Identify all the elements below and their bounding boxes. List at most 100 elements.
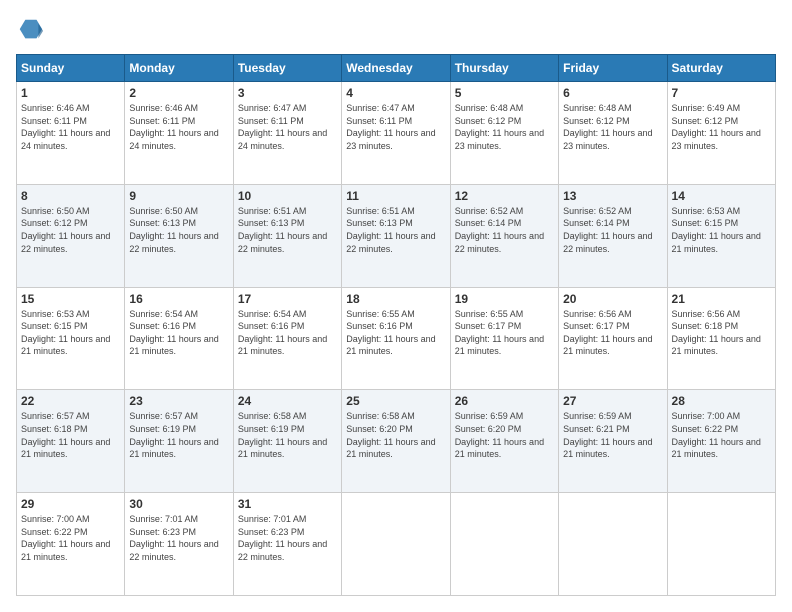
calendar-day-cell: 3 Sunrise: 6:47 AMSunset: 6:11 PMDaylight… [233,82,341,185]
calendar-day-cell: 15Sunrise: 6:53 AMSunset: 6:15 PMDayligh… [17,287,125,390]
day-info: Sunrise: 7:01 AMSunset: 6:23 PMDaylight:… [238,513,337,563]
calendar-week-row: 1 Sunrise: 6:46 AMSunset: 6:11 PMDaylight… [17,82,776,185]
day-number: 21 [672,292,771,306]
day-number: 9 [129,189,228,203]
day-number: 28 [672,394,771,408]
calendar-day-cell: 31 Sunrise: 7:01 AMSunset: 6:23 PMDayligh… [233,493,341,596]
calendar-day-cell: 24 Sunrise: 6:58 AMSunset: 6:19 PMDayligh… [233,390,341,493]
header [16,16,776,44]
calendar-header-wednesday: Wednesday [342,55,450,82]
calendar-day-cell: 18Sunrise: 6:55 AMSunset: 6:16 PMDayligh… [342,287,450,390]
calendar-day-cell: 5Sunrise: 6:48 AMSunset: 6:12 PMDaylight… [450,82,558,185]
calendar-header-saturday: Saturday [667,55,775,82]
calendar-day-cell: 16Sunrise: 6:54 AMSunset: 6:16 PMDayligh… [125,287,233,390]
calendar-day-cell [667,493,775,596]
day-info: Sunrise: 6:57 AMSunset: 6:18 PMDaylight:… [21,410,120,460]
calendar-day-cell: 19Sunrise: 6:55 AMSunset: 6:17 PMDayligh… [450,287,558,390]
calendar-week-row: 22 Sunrise: 6:57 AMSunset: 6:18 PMDayligh… [17,390,776,493]
calendar-day-cell: 27Sunrise: 6:59 AMSunset: 6:21 PMDayligh… [559,390,667,493]
day-info: Sunrise: 6:50 AMSunset: 6:13 PMDaylight:… [129,205,228,255]
day-number: 13 [563,189,662,203]
calendar-header-row: SundayMondayTuesdayWednesdayThursdayFrid… [17,55,776,82]
calendar-header-tuesday: Tuesday [233,55,341,82]
day-number: 29 [21,497,120,511]
day-number: 18 [346,292,445,306]
calendar-day-cell: 1 Sunrise: 6:46 AMSunset: 6:11 PMDaylight… [17,82,125,185]
day-number: 11 [346,189,445,203]
day-info: Sunrise: 6:57 AMSunset: 6:19 PMDaylight:… [129,410,228,460]
day-number: 10 [238,189,337,203]
calendar-day-cell: 11Sunrise: 6:51 AMSunset: 6:13 PMDayligh… [342,184,450,287]
day-number: 23 [129,394,228,408]
day-info: Sunrise: 7:00 AMSunset: 6:22 PMDaylight:… [21,513,120,563]
calendar-day-cell: 8 Sunrise: 6:50 AMSunset: 6:12 PMDaylight… [17,184,125,287]
day-number: 3 [238,86,337,100]
calendar-day-cell: 2 Sunrise: 6:46 AMSunset: 6:11 PMDaylight… [125,82,233,185]
day-info: Sunrise: 6:48 AMSunset: 6:12 PMDaylight:… [563,102,662,152]
day-info: Sunrise: 6:54 AMSunset: 6:16 PMDaylight:… [129,308,228,358]
logo [16,16,48,44]
day-number: 30 [129,497,228,511]
day-info: Sunrise: 6:56 AMSunset: 6:17 PMDaylight:… [563,308,662,358]
day-number: 2 [129,86,228,100]
calendar-week-row: 29 Sunrise: 7:00 AMSunset: 6:22 PMDayligh… [17,493,776,596]
day-number: 1 [21,86,120,100]
day-number: 17 [238,292,337,306]
day-info: Sunrise: 6:46 AMSunset: 6:11 PMDaylight:… [129,102,228,152]
day-number: 7 [672,86,771,100]
day-number: 20 [563,292,662,306]
calendar-day-cell: 26 Sunrise: 6:59 AMSunset: 6:20 PMDayligh… [450,390,558,493]
calendar-day-cell [450,493,558,596]
day-number: 8 [21,189,120,203]
calendar-day-cell: 29 Sunrise: 7:00 AMSunset: 6:22 PMDayligh… [17,493,125,596]
day-info: Sunrise: 6:54 AMSunset: 6:16 PMDaylight:… [238,308,337,358]
calendar-day-cell: 7 Sunrise: 6:49 AMSunset: 6:12 PMDaylight… [667,82,775,185]
calendar-week-row: 8 Sunrise: 6:50 AMSunset: 6:12 PMDaylight… [17,184,776,287]
day-info: Sunrise: 6:53 AMSunset: 6:15 PMDaylight:… [672,205,771,255]
calendar-day-cell [342,493,450,596]
day-number: 15 [21,292,120,306]
day-info: Sunrise: 6:58 AMSunset: 6:19 PMDaylight:… [238,410,337,460]
day-info: Sunrise: 6:47 AMSunset: 6:11 PMDaylight:… [346,102,445,152]
calendar-header-friday: Friday [559,55,667,82]
day-info: Sunrise: 6:48 AMSunset: 6:12 PMDaylight:… [455,102,554,152]
calendar-day-cell: 13 Sunrise: 6:52 AMSunset: 6:14 PMDayligh… [559,184,667,287]
day-info: Sunrise: 6:59 AMSunset: 6:21 PMDaylight:… [563,410,662,460]
day-info: Sunrise: 6:52 AMSunset: 6:14 PMDaylight:… [563,205,662,255]
calendar-header-monday: Monday [125,55,233,82]
calendar-day-cell: 30 Sunrise: 7:01 AMSunset: 6:23 PMDayligh… [125,493,233,596]
calendar-day-cell: 10 Sunrise: 6:51 AMSunset: 6:13 PMDayligh… [233,184,341,287]
calendar-day-cell: 14 Sunrise: 6:53 AMSunset: 6:15 PMDayligh… [667,184,775,287]
calendar-header-sunday: Sunday [17,55,125,82]
calendar-week-row: 15Sunrise: 6:53 AMSunset: 6:15 PMDayligh… [17,287,776,390]
page: SundayMondayTuesdayWednesdayThursdayFrid… [0,0,792,612]
day-info: Sunrise: 6:50 AMSunset: 6:12 PMDaylight:… [21,205,120,255]
day-number: 22 [21,394,120,408]
day-info: Sunrise: 6:46 AMSunset: 6:11 PMDaylight:… [21,102,120,152]
day-info: Sunrise: 6:51 AMSunset: 6:13 PMDaylight:… [238,205,337,255]
day-info: Sunrise: 6:56 AMSunset: 6:18 PMDaylight:… [672,308,771,358]
day-number: 31 [238,497,337,511]
day-number: 25 [346,394,445,408]
day-number: 26 [455,394,554,408]
calendar-day-cell [559,493,667,596]
calendar-day-cell: 12 Sunrise: 6:52 AMSunset: 6:14 PMDayligh… [450,184,558,287]
calendar-day-cell: 23 Sunrise: 6:57 AMSunset: 6:19 PMDayligh… [125,390,233,493]
calendar-day-cell: 21 Sunrise: 6:56 AMSunset: 6:18 PMDayligh… [667,287,775,390]
day-info: Sunrise: 7:01 AMSunset: 6:23 PMDaylight:… [129,513,228,563]
day-info: Sunrise: 6:58 AMSunset: 6:20 PMDaylight:… [346,410,445,460]
calendar-day-cell: 9 Sunrise: 6:50 AMSunset: 6:13 PMDaylight… [125,184,233,287]
day-info: Sunrise: 7:00 AMSunset: 6:22 PMDaylight:… [672,410,771,460]
calendar-header-thursday: Thursday [450,55,558,82]
day-number: 6 [563,86,662,100]
logo-icon [16,16,44,44]
day-info: Sunrise: 6:59 AMSunset: 6:20 PMDaylight:… [455,410,554,460]
day-info: Sunrise: 6:49 AMSunset: 6:12 PMDaylight:… [672,102,771,152]
day-number: 12 [455,189,554,203]
day-info: Sunrise: 6:47 AMSunset: 6:11 PMDaylight:… [238,102,337,152]
day-info: Sunrise: 6:52 AMSunset: 6:14 PMDaylight:… [455,205,554,255]
day-number: 14 [672,189,771,203]
day-number: 24 [238,394,337,408]
calendar-day-cell: 28 Sunrise: 7:00 AMSunset: 6:22 PMDayligh… [667,390,775,493]
calendar-day-cell: 25 Sunrise: 6:58 AMSunset: 6:20 PMDayligh… [342,390,450,493]
